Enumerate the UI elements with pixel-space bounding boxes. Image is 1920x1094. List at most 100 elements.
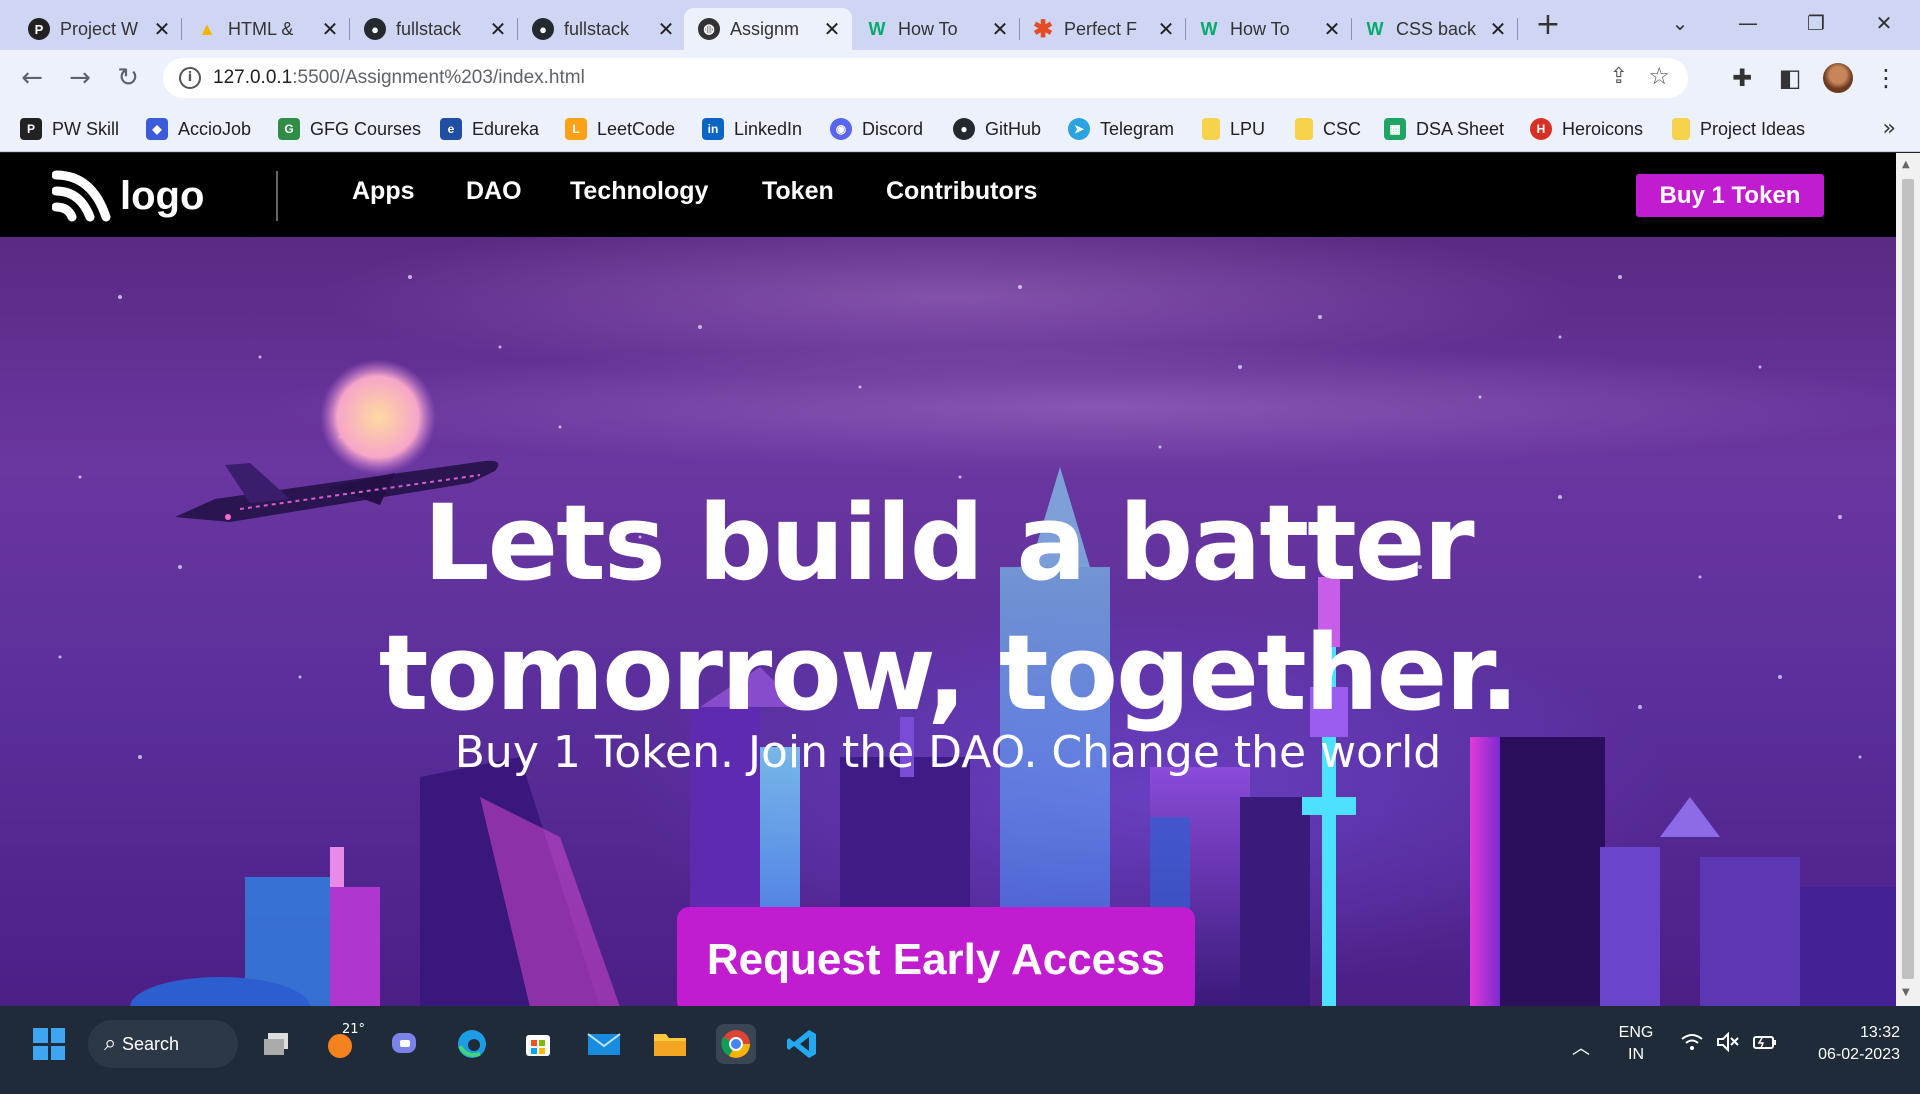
bookmark-edureka[interactable]: e Edureka: [440, 116, 539, 142]
forward-arrow-icon[interactable]: →: [62, 60, 98, 96]
tab-search-chevron-icon[interactable]: ⌄: [1660, 6, 1700, 40]
bookmark-telegram[interactable]: ➤ Telegram: [1068, 116, 1174, 142]
extensions-puzzle-icon[interactable]: ✚: [1724, 60, 1760, 96]
discord-icon: ◉: [830, 118, 852, 140]
close-icon[interactable]: ✕: [320, 17, 340, 42]
chrome-icon[interactable]: [716, 1024, 756, 1064]
vscode-icon[interactable]: [782, 1024, 822, 1064]
reload-icon[interactable]: ↻: [110, 60, 146, 96]
microsoft-store-icon[interactable]: [518, 1024, 558, 1064]
bookmark-star-icon[interactable]: ☆: [1648, 62, 1670, 90]
tab-label: Project W: [60, 18, 139, 39]
close-icon[interactable]: ✕: [990, 17, 1010, 42]
request-early-access-button[interactable]: Request Early Access: [677, 907, 1195, 1006]
taskbar-search[interactable]: ⌕ Search: [88, 1020, 238, 1068]
tab-perfect[interactable]: ✱ Perfect F ✕: [1018, 8, 1186, 50]
new-tab-button[interactable]: +: [1533, 8, 1563, 42]
profile-avatar[interactable]: [1823, 63, 1853, 93]
tab-strip: P Project W ✕ ▲ HTML & ✕ ● fullstack ✕ ●…: [0, 0, 1920, 50]
bookmark-label: Project Ideas: [1700, 118, 1806, 139]
share-icon[interactable]: ⇪: [1610, 64, 1628, 89]
language-indicator[interactable]: ENG IN: [1616, 1022, 1656, 1066]
buy-token-button[interactable]: Buy 1 Token: [1636, 174, 1824, 217]
w3schools-icon: W: [1366, 18, 1384, 39]
heroicons-icon: H: [1530, 118, 1552, 140]
tab-project-w[interactable]: P Project W ✕: [14, 8, 182, 50]
scroll-up-arrow-icon[interactable]: ▲: [1902, 159, 1910, 170]
url-path: :5500/Assignment%203/index.html: [292, 67, 585, 88]
nav-link-contributors[interactable]: Contributors: [886, 177, 1037, 206]
bookmark-dsa-sheet[interactable]: ▦ DSA Sheet: [1384, 116, 1504, 142]
bookmark-label: GitHub: [985, 118, 1042, 139]
gfg-icon: G: [278, 118, 300, 140]
logo-text: logo: [120, 173, 205, 218]
close-icon[interactable]: ✕: [1322, 17, 1342, 42]
close-icon[interactable]: ✕: [152, 17, 172, 42]
web-page: logo Apps DAO Technology Token Contribut…: [0, 153, 1896, 1006]
nav-link-apps[interactable]: Apps: [352, 177, 415, 206]
bookmark-heroicons[interactable]: H Heroicons: [1530, 116, 1643, 142]
tab-how-to-1[interactable]: W How To ✕: [852, 8, 1020, 50]
menu-kebab-icon[interactable]: ⋮: [1868, 60, 1904, 96]
bookmark-github[interactable]: ● GitHub: [953, 116, 1041, 142]
wifi-icon[interactable]: [1680, 1032, 1704, 1057]
tab-css-back[interactable]: W CSS back ✕: [1350, 8, 1518, 50]
windows-start-icon[interactable]: [33, 1028, 65, 1060]
tab-fullstack-2[interactable]: ● fullstack ✕: [518, 8, 686, 50]
bookmarks-overflow-chevron-icon[interactable]: »: [1883, 116, 1896, 141]
tab-fullstack-1[interactable]: ● fullstack ✕: [350, 8, 518, 50]
bookmark-csc[interactable]: CSC: [1295, 116, 1361, 142]
bookmark-leetcode[interactable]: L LeetCode: [565, 116, 675, 142]
show-hidden-icons-chevron-icon[interactable]: ︿: [1572, 1034, 1590, 1060]
edge-browser-icon[interactable]: [452, 1024, 492, 1064]
acciojob-icon: ◆: [146, 118, 168, 140]
teams-chat-icon[interactable]: [386, 1024, 426, 1064]
taskbar: ⌕ Search 21° ︿ ENG IN 13:32 06-02-2023: [0, 1006, 1920, 1094]
site-info-icon[interactable]: i: [179, 67, 201, 89]
close-icon[interactable]: ✕: [1488, 17, 1508, 42]
bookmark-pw-skill[interactable]: P PW Skill: [20, 116, 119, 142]
pw-skills-icon: P: [20, 118, 42, 140]
file-explorer-icon[interactable]: [650, 1024, 690, 1064]
minimize-icon[interactable]: —: [1728, 6, 1768, 40]
bookmark-label: LinkedIn: [734, 118, 803, 139]
nav-link-technology[interactable]: Technology: [570, 177, 708, 206]
bookmark-linkedin[interactable]: in LinkedIn: [702, 116, 802, 142]
site-logo[interactable]: logo: [52, 169, 204, 223]
nav-link-dao[interactable]: DAO: [466, 177, 522, 206]
bookmark-project-ideas[interactable]: Project Ideas: [1672, 116, 1805, 142]
telegram-icon: ➤: [1068, 118, 1090, 140]
bookmark-lpu[interactable]: LPU: [1202, 116, 1265, 142]
side-panel-icon[interactable]: ◧: [1772, 60, 1808, 96]
mail-icon[interactable]: [584, 1024, 624, 1064]
address-bar[interactable]: i 127.0.0.1:5500/Assignment%203/index.ht…: [163, 58, 1688, 98]
page-scrollbar[interactable]: ▲ ▼: [1896, 153, 1920, 1006]
folder-icon: [1295, 118, 1313, 140]
scroll-down-arrow-icon[interactable]: ▼: [1902, 987, 1910, 998]
system-clock[interactable]: 13:32 06-02-2023: [1790, 1022, 1900, 1066]
hero-headline-line1: Lets build a batter: [423, 482, 1474, 604]
close-icon[interactable]: ✕: [1156, 17, 1176, 42]
bookmark-acciojob[interactable]: ◆ AccioJob: [146, 116, 251, 142]
linkedin-icon: in: [702, 118, 724, 140]
url-text[interactable]: 127.0.0.1:5500/Assignment%203/index.html: [213, 67, 585, 89]
bookmark-label: Telegram: [1100, 118, 1175, 139]
volume-muted-icon[interactable]: [1716, 1031, 1740, 1057]
close-icon[interactable]: ✕: [488, 17, 508, 42]
close-icon[interactable]: ✕: [656, 17, 676, 42]
close-icon[interactable]: ✕: [822, 17, 842, 42]
search-icon: ⌕: [104, 1030, 117, 1055]
tab-assignment[interactable]: ◍ Assignm ✕: [684, 8, 852, 50]
w3schools-icon: W: [868, 18, 886, 39]
battery-icon[interactable]: [1752, 1032, 1778, 1057]
bookmark-gfg[interactable]: G GFG Courses: [278, 116, 421, 142]
scrollbar-thumb[interactable]: [1902, 179, 1914, 979]
back-arrow-icon[interactable]: ←: [14, 60, 50, 96]
nav-link-token[interactable]: Token: [762, 177, 834, 206]
close-window-icon[interactable]: ✕: [1864, 6, 1904, 40]
task-view-icon[interactable]: [256, 1024, 296, 1064]
restore-icon[interactable]: ❐: [1796, 6, 1836, 40]
tab-how-to-2[interactable]: W How To ✕: [1184, 8, 1352, 50]
bookmark-discord[interactable]: ◉ Discord: [830, 116, 923, 142]
tab-html[interactable]: ▲ HTML & ✕: [182, 8, 350, 50]
